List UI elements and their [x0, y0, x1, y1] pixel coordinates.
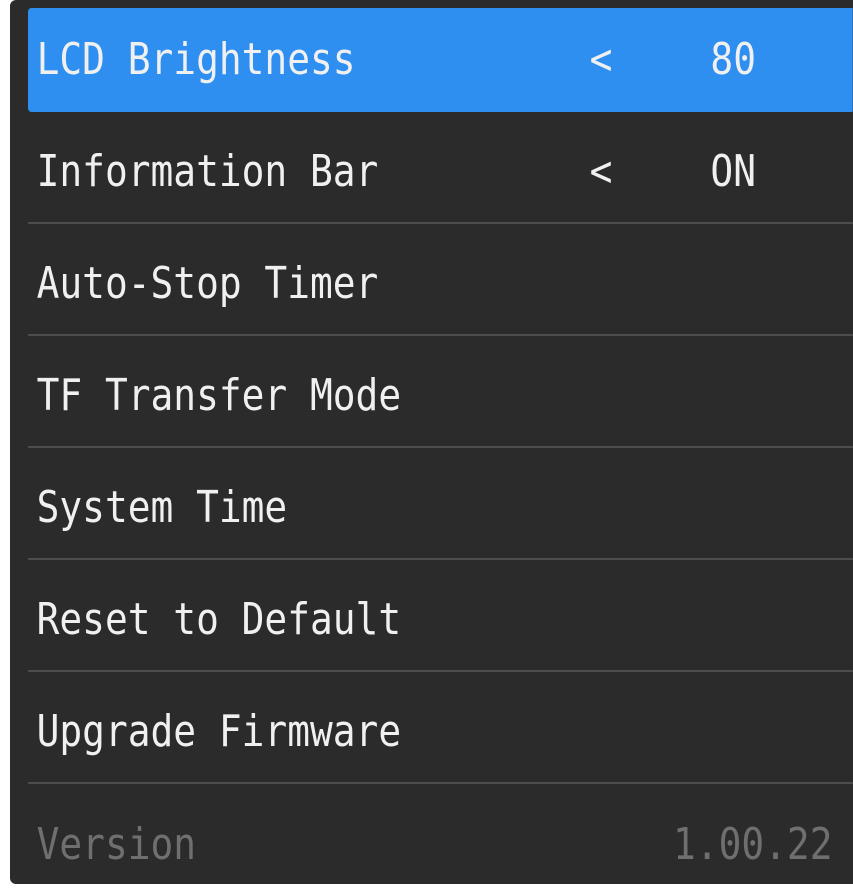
menu-item-system-time[interactable]: System Time [28, 456, 853, 560]
version-label: Version [36, 818, 197, 870]
menu-item-auto-stop-timer[interactable]: Auto-Stop Timer [28, 232, 853, 336]
menu-item-upgrade-firmware[interactable]: Upgrade Firmware [28, 680, 853, 784]
decrease-arrow-icon[interactable]: < [590, 34, 613, 85]
settings-panel: LCD Brightness < 80 > Information Bar < … [10, 0, 853, 884]
settings-screen: LCD Brightness < 80 > Information Bar < … [0, 0, 853, 895]
menu-item-value: ON [710, 145, 756, 197]
menu-item-label: TF Transfer Mode [36, 369, 402, 421]
menu-item-label: Auto-Stop Timer [36, 257, 379, 309]
menu-item-value: 80 [710, 33, 756, 85]
menu-item-label: System Time [36, 481, 288, 533]
decrease-arrow-icon[interactable]: < [590, 146, 613, 197]
menu-item-label: Upgrade Firmware [36, 705, 402, 757]
menu-item-label: Information Bar [36, 145, 379, 197]
menu-item-information-bar[interactable]: Information Bar < ON > [28, 120, 853, 224]
menu-item-tf-transfer-mode[interactable]: TF Transfer Mode [28, 344, 853, 448]
version-row: Version 1.00.22 [28, 792, 853, 884]
menu-item-lcd-brightness[interactable]: LCD Brightness < 80 > [28, 8, 853, 112]
version-value: 1.00.22 [673, 818, 833, 870]
menu-item-label: Reset to Default [36, 593, 402, 645]
menu-item-reset-to-default[interactable]: Reset to Default [28, 568, 853, 672]
menu-item-label: LCD Brightness [36, 33, 356, 85]
settings-menu: LCD Brightness < 80 > Information Bar < … [28, 8, 853, 884]
